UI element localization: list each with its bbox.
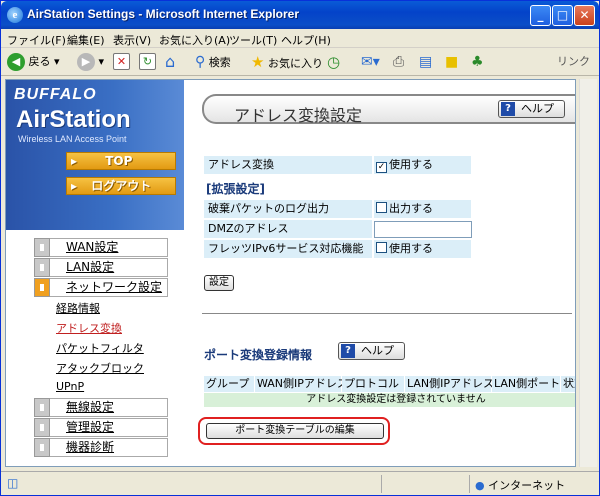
nav-menu: WAN設定 LAN設定 ネットワーク設定 経路情報 アドレス変換 パケットフィル… bbox=[6, 230, 184, 466]
minimize-button[interactable]: _ bbox=[530, 5, 551, 26]
star-icon: ★ bbox=[251, 53, 265, 71]
forward-arrow-icon: ▶ bbox=[77, 53, 95, 71]
sub-link-nat[interactable]: アドレス変換 bbox=[56, 320, 122, 336]
messenger-icon[interactable]: ♣ bbox=[471, 52, 484, 72]
col-wan-ip: WAN側IPアドレス bbox=[255, 376, 348, 392]
log-value: 出力する bbox=[374, 200, 471, 218]
divider bbox=[202, 313, 572, 314]
sub-link-routing[interactable]: 経路情報 bbox=[56, 300, 100, 316]
sub-link-packet-filter[interactable]: パケットフィルタ bbox=[56, 340, 144, 356]
back-button[interactable]: ◀ 戻る ▾ bbox=[7, 52, 60, 72]
nav-item-wireless[interactable]: 無線設定 bbox=[34, 398, 168, 417]
help-icon: ? bbox=[341, 344, 355, 358]
home-icon[interactable]: ⌂ bbox=[165, 52, 175, 72]
nat-value: ✓ 使用する bbox=[374, 156, 471, 174]
favorites-button[interactable]: ★ お気に入り bbox=[251, 52, 323, 72]
status-separator bbox=[469, 475, 470, 493]
zone-indicator: ● インターネット bbox=[475, 479, 566, 492]
col-lan-port: LAN側ポート bbox=[492, 376, 561, 392]
col-status: 状態 bbox=[561, 376, 575, 392]
close-button[interactable]: ✕ bbox=[574, 5, 595, 26]
buffalo-logo: BUFFALO bbox=[14, 86, 97, 103]
status-separator bbox=[381, 475, 382, 493]
links-button[interactable]: リンク bbox=[557, 52, 590, 72]
nav-item-network[interactable]: ネットワーク設定 bbox=[34, 278, 168, 297]
browser-window: e AirStation Settings - Microsoft Intern… bbox=[0, 0, 600, 496]
chevron-right-icon: ▸ bbox=[70, 154, 78, 168]
logout-link[interactable]: ▸ ログアウト bbox=[66, 177, 176, 195]
title-bar: e AirStation Settings - Microsoft Intern… bbox=[1, 1, 599, 29]
globe-icon: ● bbox=[475, 479, 485, 492]
mail-icon[interactable]: ✉▾ bbox=[361, 52, 380, 72]
discuss-icon[interactable]: ■ bbox=[445, 52, 458, 72]
ipv6-value: 使用する bbox=[374, 240, 471, 258]
log-label: 破棄パケットのログ出力 bbox=[204, 200, 372, 218]
dmz-address-input[interactable] bbox=[374, 221, 472, 238]
menu-file[interactable]: ファイル(F) bbox=[7, 32, 66, 48]
edit-port-table-button[interactable]: ポート変換テーブルの編集 bbox=[206, 423, 384, 439]
menu-edit[interactable]: 編集(E) bbox=[67, 32, 105, 48]
sub-link-upnp[interactable]: UPnP bbox=[56, 380, 84, 393]
nav-item-wan[interactable]: WAN設定 bbox=[34, 238, 168, 257]
page-icon: ◫ bbox=[7, 476, 19, 490]
apply-button[interactable]: 設定 bbox=[204, 275, 234, 291]
vertical-scrollbar[interactable] bbox=[579, 79, 597, 467]
col-group: グループ bbox=[204, 376, 254, 392]
top-link[interactable]: ▸ TOP bbox=[66, 152, 176, 170]
nat-checkbox[interactable]: ✓ bbox=[376, 162, 387, 173]
col-lan-ip: LAN側IPアドレス bbox=[405, 376, 495, 392]
edit-page-icon[interactable]: ▤ bbox=[419, 52, 432, 72]
dmz-value bbox=[374, 220, 472, 238]
nav-tab-icon bbox=[34, 258, 50, 277]
log-checkbox[interactable] bbox=[376, 202, 387, 213]
toolbar: ◀ 戻る ▾ ▶ ▾ ✕ ↻ ⌂ ⚲ 検索 ★ お気に入り ◷ ✉▾ ⎙ ▤ ■… bbox=[1, 48, 599, 76]
product-tagline: Wireless LAN Access Point bbox=[18, 134, 127, 144]
port-mapping-heading: ポート変換登録情報 bbox=[204, 348, 313, 362]
page-content: BUFFALO AirStation Wireless LAN Access P… bbox=[5, 79, 576, 467]
status-bar: ◫ ● インターネット bbox=[1, 471, 599, 495]
nav-item-diag[interactable]: 機器診断 bbox=[34, 438, 168, 457]
stop-icon[interactable]: ✕ bbox=[113, 53, 130, 70]
nav-tab-icon bbox=[34, 238, 50, 257]
back-arrow-icon: ◀ bbox=[7, 53, 25, 71]
port-help-button[interactable]: ? ヘルプ bbox=[338, 342, 405, 360]
chevron-right-icon: ▸ bbox=[70, 179, 78, 193]
maximize-button[interactable]: □ bbox=[552, 5, 573, 26]
product-logo: AirStation bbox=[16, 106, 131, 133]
ipv6-label: フレッツIPv6サービス対応機能 bbox=[204, 240, 372, 258]
nav-tab-active-icon bbox=[34, 278, 50, 297]
nav-item-admin[interactable]: 管理設定 bbox=[34, 418, 168, 437]
refresh-icon[interactable]: ↻ bbox=[139, 53, 156, 70]
ipv6-checkbox[interactable] bbox=[376, 242, 387, 253]
menu-view[interactable]: 表示(V) bbox=[113, 32, 151, 48]
col-protocol: プロトコル bbox=[342, 376, 404, 392]
search-button[interactable]: ⚲ 検索 bbox=[195, 52, 231, 72]
nat-label: アドレス変換 bbox=[204, 156, 372, 174]
page-title: アドレス変換設定 bbox=[234, 106, 363, 125]
help-icon: ? bbox=[501, 102, 515, 116]
page-header: アドレス変換設定 ? ヘルプ bbox=[202, 94, 575, 125]
menu-tools[interactable]: ツール(T) bbox=[229, 32, 277, 48]
menu-bar: ファイル(F) 編集(E) 表示(V) お気に入り(A) ツール(T) ヘルプ(… bbox=[1, 29, 599, 76]
ie-logo-icon: e bbox=[7, 7, 23, 23]
help-button[interactable]: ? ヘルプ bbox=[498, 100, 565, 118]
empty-message: アドレス変換設定は登録されていません bbox=[204, 393, 575, 407]
nav-tab-icon bbox=[34, 418, 50, 437]
menu-help[interactable]: ヘルプ(H) bbox=[281, 32, 331, 48]
history-icon[interactable]: ◷ bbox=[327, 52, 340, 72]
left-nav: BUFFALO AirStation Wireless LAN Access P… bbox=[6, 80, 184, 466]
menu-favorites[interactable]: お気に入り(A) bbox=[159, 32, 230, 48]
dmz-label: DMZのアドレス bbox=[204, 220, 372, 238]
extended-settings-heading: [拡張設定] bbox=[206, 182, 265, 196]
nav-item-lan[interactable]: LAN設定 bbox=[34, 258, 168, 277]
search-icon: ⚲ bbox=[195, 54, 206, 70]
sub-link-attack-block[interactable]: アタックブロック bbox=[56, 360, 144, 376]
print-icon[interactable]: ⎙ bbox=[393, 52, 404, 72]
nav-tab-icon bbox=[34, 398, 50, 417]
nav-tab-icon bbox=[34, 438, 50, 457]
window-title: AirStation Settings - Microsoft Internet… bbox=[27, 7, 300, 21]
forward-button[interactable]: ▶ ▾ bbox=[77, 52, 104, 72]
